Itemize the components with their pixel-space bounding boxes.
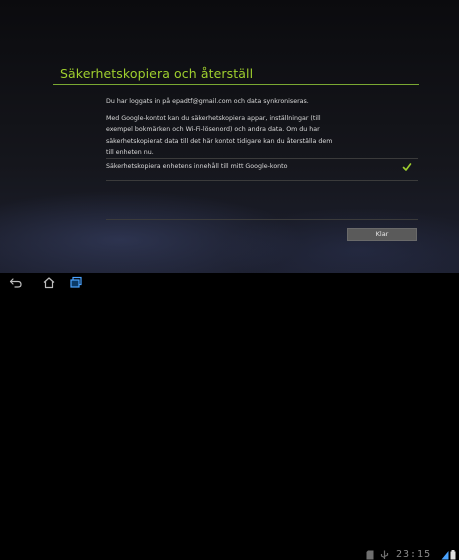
backup-checkbox-label: Säkerhetskopiera enhetens innehåll till … (106, 163, 288, 170)
checkmark-icon[interactable] (402, 162, 412, 172)
divider-middle (106, 180, 418, 181)
title-divider (53, 84, 419, 85)
home-icon[interactable] (42, 276, 56, 289)
done-button[interactable]: Klar (347, 228, 417, 241)
wifi-signal-icon (441, 551, 449, 560)
dialog-title: Säkerhetskopiera och återställ (60, 66, 254, 81)
usb-icon (380, 550, 389, 559)
dialog-body: Du har loggats in på epadtf@gmail.com oc… (106, 96, 426, 159)
recent-apps-icon[interactable] (69, 276, 83, 289)
status-clock: 23:15 (396, 549, 432, 560)
divider-top (106, 158, 418, 159)
sd-card-icon (366, 550, 374, 560)
divider-bottom (106, 219, 418, 220)
system-bar: 23:15 (0, 273, 459, 560)
back-arrow-icon[interactable] (9, 276, 23, 289)
battery-icon (450, 550, 456, 560)
backup-checkbox-row[interactable]: Säkerhetskopiera enhetens innehåll till … (106, 160, 418, 178)
logged-in-text: Du har loggats in på epadtf@gmail.com oc… (106, 98, 309, 105)
description-text: Med Google-kontot kan du säkerhetskopier… (106, 114, 333, 157)
setup-screen: Säkerhetskopiera och återställ Du har lo… (0, 0, 459, 273)
